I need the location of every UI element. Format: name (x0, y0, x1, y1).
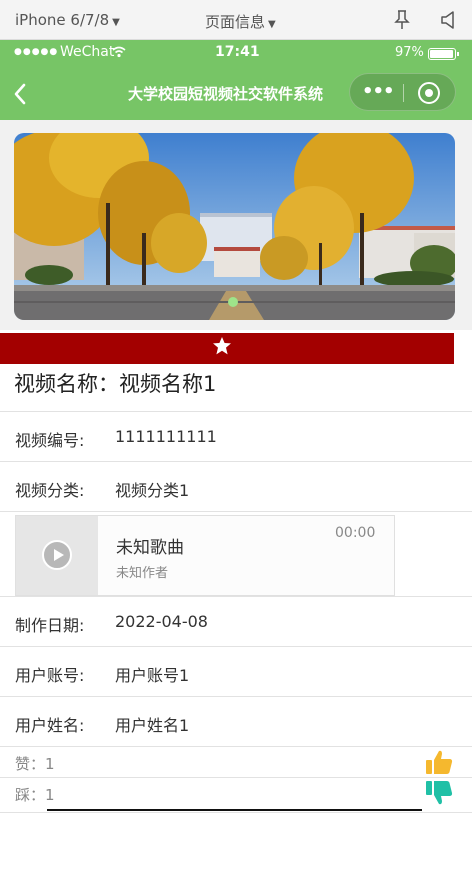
row-value: 用户姓名1 (115, 716, 190, 735)
row-value: 2022-04-08 (115, 612, 208, 631)
swiper-indicator-dot[interactable] (228, 297, 238, 307)
row-label: 制作日期: (15, 616, 85, 635)
content-underline (47, 809, 422, 811)
back-arrow-icon[interactable] (12, 82, 28, 106)
detail-row-user-account: 用户账号: 用户账号1 (0, 646, 472, 696)
simulator-toolbar: iPhone 6/7/8 ▼ 页面信息 ▼ (0, 0, 472, 40)
row-label: 视频分类: (15, 481, 85, 500)
page-info-label: 页面信息 (205, 13, 266, 31)
navigation-bar: 大学校园短视频社交软件系统 ••• (0, 68, 472, 120)
like-count: 赞：1 (15, 755, 55, 773)
detail-row-video-number: 视频编号: 1111111111 (0, 411, 472, 461)
dislike-row: 踩：1 (0, 777, 472, 808)
star-icon (213, 337, 231, 355)
like-row: 赞：1 (0, 746, 472, 777)
row-value: 1111111111 (115, 427, 217, 446)
banner-swiper[interactable] (14, 133, 455, 320)
detail-row-video-category: 视频分类: 视频分类1 (0, 461, 472, 511)
row-value: 用户账号1 (115, 666, 190, 685)
audio-cover (16, 516, 98, 595)
signal-strength: ●●●●● (14, 47, 59, 57)
caret-down-icon: ▼ (112, 17, 120, 28)
clock: 17:41 (215, 44, 260, 60)
page-info-menu[interactable]: 页面信息 ▼ (205, 11, 276, 32)
row-label: 用户账号: (15, 666, 85, 685)
detail-row-production-date: 制作日期: 2022-04-08 (0, 596, 472, 646)
page-title: 大学校园短视频社交软件系统 (128, 85, 324, 103)
battery-percent: 97% (395, 45, 424, 60)
miniprogram-capsule: ••• (349, 73, 456, 111)
device-label: iPhone 6/7/8 (15, 11, 110, 29)
favorite-button[interactable] (0, 333, 454, 364)
device-selector[interactable]: iPhone 6/7/8 ▼ (15, 11, 120, 29)
caret-down-icon: ▼ (268, 19, 276, 30)
speaker-icon[interactable] (440, 11, 456, 29)
pin-icon[interactable] (394, 10, 410, 30)
close-miniprogram-icon[interactable] (418, 82, 440, 104)
capsule-divider (403, 84, 404, 102)
video-name-heading: 视频名称：视频名称1 (14, 372, 217, 396)
row-value: 视频分类1 (115, 481, 190, 500)
bottom-divider (0, 812, 472, 813)
carrier-name: WeChat (60, 44, 115, 60)
thumbs-up-icon[interactable] (425, 749, 453, 775)
battery-icon (428, 48, 459, 60)
play-icon[interactable] (42, 540, 72, 570)
row-label: 视频编号: (15, 431, 85, 450)
status-bar: ●●●●● WeChat 17:41 97% (0, 40, 472, 68)
campus-photo (14, 133, 455, 320)
row-label: 用户姓名: (15, 716, 85, 735)
more-menu-icon[interactable]: ••• (362, 81, 395, 102)
song-author: 未知作者 (116, 566, 169, 581)
audio-duration: 00:00 (335, 525, 376, 541)
audio-player[interactable]: 未知歌曲 未知作者 00:00 (15, 515, 395, 596)
wifi-icon (112, 46, 126, 58)
thumbs-down-icon[interactable] (425, 780, 453, 806)
dislike-count: 踩：1 (15, 786, 55, 804)
detail-row-user-name: 用户姓名: 用户姓名1 (0, 696, 472, 746)
song-title: 未知歌曲 (116, 538, 184, 558)
